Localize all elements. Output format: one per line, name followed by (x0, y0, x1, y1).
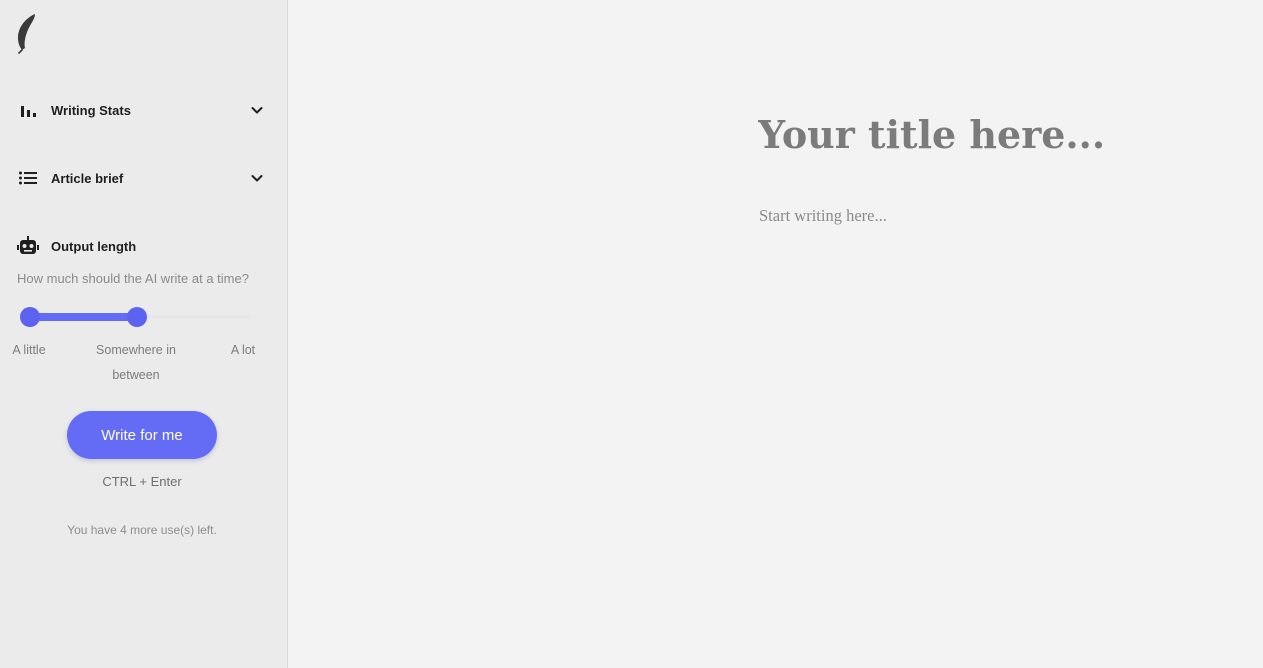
output-length-question: How much should the AI write at a time? (17, 271, 249, 286)
write-for-me-button[interactable]: Write for me (67, 411, 217, 459)
uses-left-notice: You have 4 more use(s) left. (67, 523, 217, 537)
option-a-lot[interactable]: A lot (222, 338, 264, 363)
output-length-label: Output length (51, 238, 137, 254)
sidebar: Writing Stats Article brief Output lengt… (0, 0, 288, 668)
article-brief-label: Article brief (51, 170, 124, 186)
feather-icon[interactable] (14, 12, 40, 54)
chevron-down-icon (251, 107, 263, 114)
keyboard-shortcut-hint: CTRL + Enter (102, 474, 182, 489)
output-length-header: Output length (17, 234, 267, 258)
body-input[interactable] (759, 204, 1219, 228)
slider-handle[interactable] (127, 307, 147, 327)
slider-start-handle[interactable] (20, 307, 40, 327)
option-somewhere-in-between[interactable]: Somewhere in between (88, 338, 184, 388)
option-a-little[interactable]: A little (4, 338, 54, 363)
list-icon (17, 168, 39, 188)
bar-chart-icon (17, 100, 39, 120)
chevron-down-icon (251, 175, 263, 182)
title-input[interactable] (758, 106, 1238, 162)
writing-stats-label: Writing Stats (51, 102, 131, 118)
robot-icon (17, 236, 39, 256)
writing-stats-toggle[interactable]: Writing Stats (17, 98, 267, 122)
slider-fill (30, 313, 137, 321)
article-brief-toggle[interactable]: Article brief (17, 166, 267, 190)
output-length-slider[interactable] (20, 306, 250, 328)
